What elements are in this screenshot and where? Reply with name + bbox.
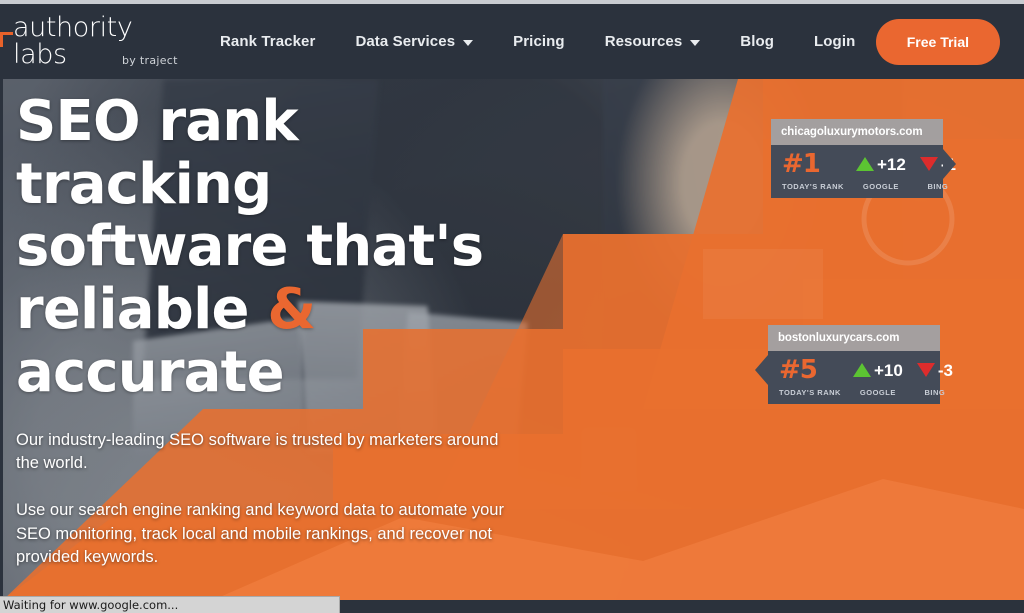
rank-value: #5 (779, 355, 818, 385)
nav-label: Resources (604, 33, 683, 50)
chevron-down-icon (690, 39, 701, 46)
hero-paragraph-1: Our industry-leading SEO software is tru… (16, 430, 499, 473)
rank-card-body: #5 TODAY'S RANK +10 GOOGLE -3 BING (755, 351, 953, 404)
headline-line-1: SEO rank tracking (16, 89, 299, 217)
triangle-up-icon (852, 363, 871, 377)
google-label: GOOGLE (862, 182, 899, 191)
google-change: +12 (876, 154, 906, 174)
rank-card-domain: bostonluxurycars.com (768, 325, 940, 351)
google-change: +10 (873, 360, 903, 380)
rank-card-rank-col: #1 TODAY'S RANK (780, 151, 844, 191)
nav-item-resources[interactable]: Resources (585, 27, 721, 56)
primary-nav: Rank Tracker Data Services Pricing Resou… (200, 27, 876, 56)
rank-card-domain: chicagoluxurymotors.com (771, 119, 943, 145)
rank-card-chicagoluxurymotors[interactable]: chicagoluxurymotors.com #1 TODAY'S RANK … (771, 119, 956, 198)
rank-label: TODAY'S RANK (782, 182, 844, 191)
bing-label: BING (927, 182, 949, 191)
nav-label: Login (814, 33, 856, 50)
headline-line-3a: reliable (16, 277, 268, 343)
bing-label: BING (924, 388, 946, 397)
chevron-down-icon (463, 39, 474, 46)
nav-item-blog[interactable]: Blog (720, 27, 794, 56)
headline-line-2: software that's (16, 214, 484, 280)
nav-item-data-services[interactable]: Data Services (335, 27, 493, 56)
rank-card-google-col: +10 GOOGLE (852, 357, 903, 397)
site-header: authority labs by traject Rank Tracker D… (0, 4, 1024, 79)
rank-card-bostonluxurycars[interactable]: bostonluxurycars.com #5 TODAY'S RANK +10… (755, 325, 953, 404)
headline-line-3b: accurate (16, 339, 285, 405)
rank-card-google-col: +12 GOOGLE (855, 151, 906, 191)
triangle-up-icon (855, 157, 874, 171)
google-label: GOOGLE (859, 388, 896, 397)
free-trial-button[interactable]: Free Trial (875, 18, 1000, 65)
page-title: SEO rank tracking software that's reliab… (16, 89, 556, 405)
nav-item-login[interactable]: Login (794, 27, 875, 56)
nav-item-pricing[interactable]: Pricing (493, 27, 585, 56)
google-metric: +10 (852, 357, 903, 383)
bing-change: -3 (937, 360, 953, 380)
rank-card-bing-col: -3 BING (916, 357, 953, 397)
logo-tagline: by traject (122, 53, 178, 67)
rank-label: TODAY'S RANK (779, 388, 841, 397)
rank-card-tail-left-icon (755, 355, 768, 385)
headline-ampersand: & (267, 277, 316, 343)
google-metric: +12 (855, 151, 906, 177)
hero-section: SEO rank tracking software that's reliab… (0, 79, 1024, 600)
rank-value: #1 (782, 149, 821, 179)
nav-label: Pricing (513, 33, 565, 50)
triangle-down-icon (916, 363, 935, 377)
triangle-down-icon (919, 157, 938, 171)
nav-label: Rank Tracker (220, 33, 316, 50)
nav-item-rank-tracker[interactable]: Rank Tracker (200, 27, 335, 56)
logo-bracket-icon (0, 31, 13, 47)
hero-paragraph-2: Use our search engine ranking and keywor… (16, 501, 504, 567)
rank-card-tail-right-icon (943, 149, 956, 179)
rank-card-body: #1 TODAY'S RANK +12 GOOGLE -1 BING (771, 145, 956, 198)
bing-metric: -3 (916, 357, 953, 383)
browser-status-bar: Waiting for www.google.com... (0, 596, 340, 613)
logo[interactable]: authority labs by traject (0, 14, 182, 68)
nav-label: Blog (740, 33, 775, 50)
hero-copy: SEO rank tracking software that's reliab… (16, 89, 556, 600)
nav-label: Data Services (355, 33, 456, 50)
rank-card-rank-col: #5 TODAY'S RANK (777, 357, 841, 397)
